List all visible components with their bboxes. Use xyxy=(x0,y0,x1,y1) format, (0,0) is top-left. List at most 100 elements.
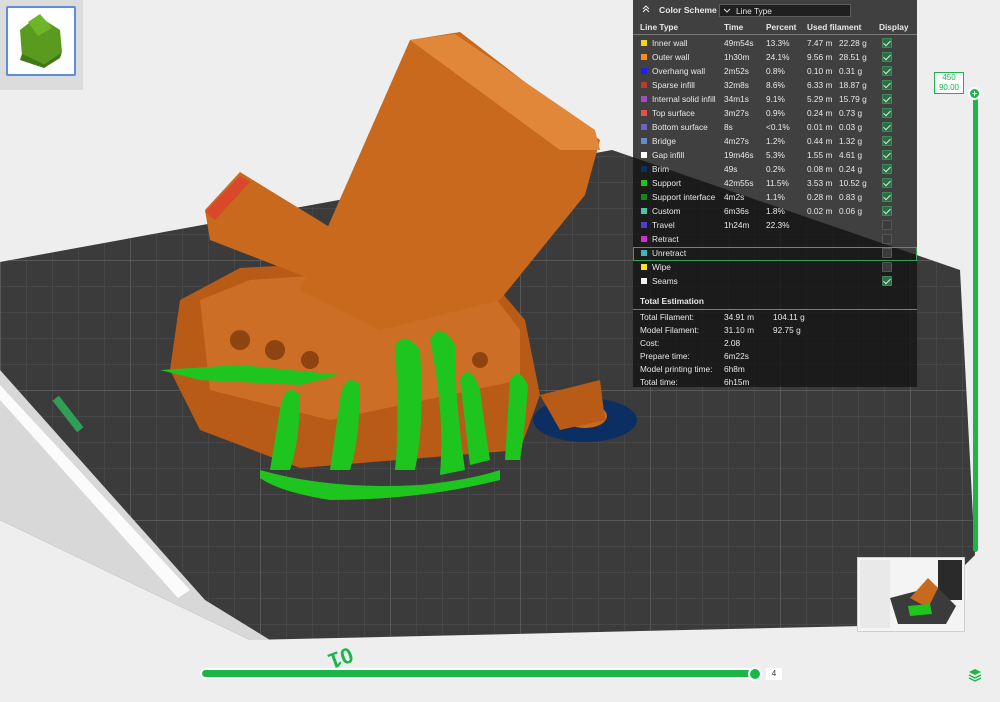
line-percent: 0.9% xyxy=(766,108,785,118)
col-line-type: Line Type xyxy=(640,22,679,32)
line-percent: 11.5% xyxy=(766,178,789,188)
legend-row[interactable]: Unretract xyxy=(633,247,917,261)
line-time: 49s xyxy=(724,164,738,174)
legend-row[interactable]: Gap infill 19m46s 5.3% 1.55 m 4.61 g xyxy=(633,149,917,163)
plate-thumbnail[interactable] xyxy=(6,6,76,76)
total-label: Cost: xyxy=(640,338,660,348)
display-checkbox[interactable] xyxy=(882,178,892,188)
line-time: 34m1s xyxy=(724,94,749,104)
display-checkbox[interactable] xyxy=(882,38,892,48)
line-weight: 0.03 g xyxy=(839,122,863,132)
minimap-preview[interactable] xyxy=(857,557,965,632)
line-type-label: Bridge xyxy=(652,136,676,146)
line-type-label: Unretract xyxy=(652,248,687,258)
display-checkbox[interactable] xyxy=(882,206,892,216)
swatch-icon xyxy=(641,124,647,130)
display-checkbox[interactable] xyxy=(882,150,892,160)
display-checkbox[interactable] xyxy=(882,108,892,118)
display-checkbox[interactable] xyxy=(882,80,892,90)
legend-row[interactable]: Support 42m55s 11.5% 3.53 m 10.52 g xyxy=(633,177,917,191)
total-label: Total time: xyxy=(640,377,678,387)
display-checkbox[interactable] xyxy=(882,248,892,258)
legend-row[interactable]: Brim 49s 0.2% 0.08 m 0.24 g xyxy=(633,163,917,177)
swatch-icon xyxy=(641,68,647,74)
legend-row[interactable]: Outer wall 1h30m 24.1% 9.56 m 28.51 g xyxy=(633,51,917,65)
line-type-label: Custom xyxy=(652,206,681,216)
top-layer-height: 90.00 xyxy=(938,83,960,92)
legend-header: Color Scheme Line Type xyxy=(633,0,917,20)
minimap-scene xyxy=(858,558,964,631)
swatch-icon xyxy=(641,54,647,60)
layer-slider-top-handle[interactable] xyxy=(968,87,981,100)
line-type-label: Top surface xyxy=(652,108,695,118)
swatch-icon xyxy=(641,180,647,186)
col-percent: Percent xyxy=(766,22,797,32)
line-weight: 0.73 g xyxy=(839,108,863,118)
move-slider-handle[interactable] xyxy=(748,667,762,681)
swatch-icon xyxy=(641,40,647,46)
display-checkbox[interactable] xyxy=(882,94,892,104)
display-checkbox[interactable] xyxy=(882,220,892,230)
total-value-1: 34.91 m xyxy=(724,312,754,322)
total-label: Model printing time: xyxy=(640,364,713,374)
swatch-icon xyxy=(641,110,647,116)
line-percent: 24.1% xyxy=(766,52,790,62)
total-row: Total Filament: 34.91 m 104.11 g xyxy=(640,312,910,325)
total-row: Cost: 2.08 xyxy=(640,338,910,351)
legend-row[interactable]: Retract xyxy=(633,233,917,247)
display-checkbox[interactable] xyxy=(882,122,892,132)
legend-row[interactable]: Bridge 4m27s 1.2% 0.44 m 1.32 g xyxy=(633,135,917,149)
legend-row[interactable]: Custom 6m36s 1.8% 0.02 m 0.06 g xyxy=(633,205,917,219)
swatch-icon xyxy=(641,250,647,256)
line-type-label: Support interface xyxy=(652,192,716,202)
legend-row[interactable]: Support interface 4m2s 1.1% 0.28 m 0.83 g xyxy=(633,191,917,205)
legend-row[interactable]: Travel 1h24m 22.3% xyxy=(633,219,917,233)
line-type-label: Outer wall xyxy=(652,52,690,62)
line-percent: <0.1% xyxy=(766,122,790,132)
line-time: 1h30m xyxy=(724,52,750,62)
move-slider-value: 4 xyxy=(766,668,782,680)
total-value-1: 2.08 xyxy=(724,338,741,348)
line-weight: 0.83 g xyxy=(839,192,863,202)
display-checkbox[interactable] xyxy=(882,276,892,286)
display-checkbox[interactable] xyxy=(882,192,892,202)
layers-icon[interactable] xyxy=(968,668,982,682)
color-scheme-value: Line Type xyxy=(736,6,772,16)
display-checkbox[interactable] xyxy=(882,66,892,76)
total-row: Model Filament: 31.10 m 92.75 g xyxy=(640,325,910,338)
display-checkbox[interactable] xyxy=(882,234,892,244)
line-weight: 1.32 g xyxy=(839,136,863,146)
swatch-icon xyxy=(641,236,647,242)
color-scheme-dropdown[interactable]: Line Type xyxy=(719,4,851,17)
total-label: Model Filament: xyxy=(640,325,700,335)
collapse-icon[interactable] xyxy=(641,4,651,14)
legend-row[interactable]: Internal solid infill 34m1s 9.1% 5.29 m 15.7… xyxy=(633,93,917,107)
color-scheme-title: Color Scheme xyxy=(659,5,717,15)
layer-slider-track[interactable] xyxy=(973,97,978,552)
line-length: 3.53 m xyxy=(807,178,833,188)
legend-row[interactable]: Inner wall 49m54s 13.3% 7.47 m 22.28 g xyxy=(633,37,917,51)
display-checkbox[interactable] xyxy=(882,52,892,62)
display-checkbox[interactable] xyxy=(882,262,892,272)
legend-row[interactable]: Top surface 3m27s 0.9% 0.24 m 0.73 g xyxy=(633,107,917,121)
display-checkbox[interactable] xyxy=(882,136,892,146)
line-length: 6.33 m xyxy=(807,80,833,90)
legend-row[interactable]: Overhang wall 2m52s 0.8% 0.10 m 0.31 g xyxy=(633,65,917,79)
legend-row[interactable]: Bottom surface 8s <0.1% 0.01 m 0.03 g xyxy=(633,121,917,135)
total-label: Prepare time: xyxy=(640,351,690,361)
col-display: Display xyxy=(879,22,909,32)
legend-row[interactable]: Seams xyxy=(633,275,917,289)
move-slider-track[interactable] xyxy=(202,670,757,677)
display-checkbox[interactable] xyxy=(882,164,892,174)
total-divider xyxy=(633,309,917,310)
total-value-2: 104.11 g xyxy=(773,312,805,322)
layer-range-label: 450 90.00 xyxy=(934,72,964,94)
legend-row[interactable]: Sparse infill 32m8s 8.6% 6.33 m 18.87 g xyxy=(633,79,917,93)
line-percent: 1.1% xyxy=(766,192,785,202)
swatch-icon xyxy=(641,264,647,270)
total-value-1: 6h15m xyxy=(724,377,750,387)
line-length: 0.44 m xyxy=(807,136,833,146)
swatch-icon xyxy=(641,96,647,102)
legend-row[interactable]: Wipe xyxy=(633,261,917,275)
line-weight: 15.79 g xyxy=(839,94,867,104)
